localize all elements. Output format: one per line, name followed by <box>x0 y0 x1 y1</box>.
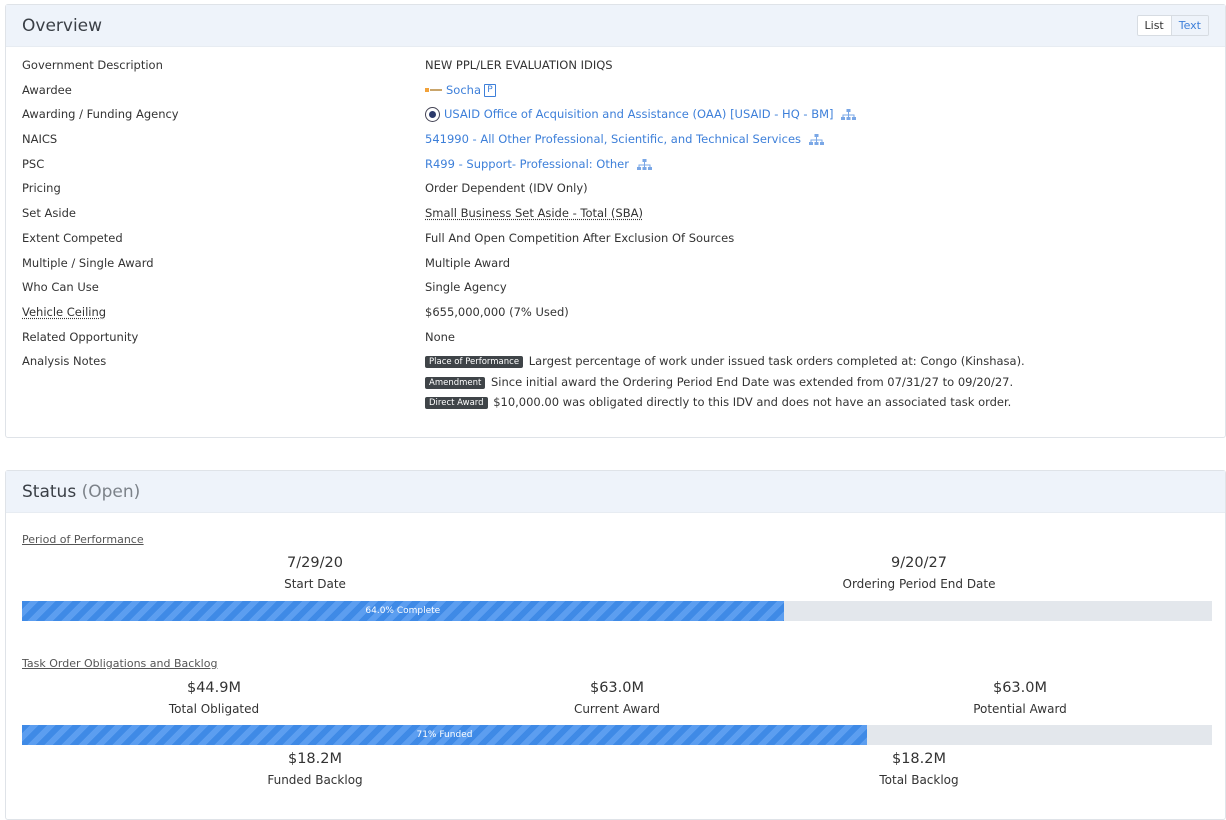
status-title: Status (Open) <box>22 482 140 502</box>
total-obligated-label: Total Obligated <box>168 702 260 716</box>
field-label: Analysis Notes <box>22 354 107 369</box>
agency-link[interactable]: USAID Office of Acquisition and Assistan… <box>444 107 834 121</box>
field-row: Government Description NEW PPL/LER EVALU… <box>6 58 1225 83</box>
overview-card: Overview List Text Government Descriptio… <box>5 4 1226 438</box>
funded-backlog-label: Funded Backlog <box>267 773 363 787</box>
overview-fields: Government Description NEW PPL/LER EVALU… <box>6 47 1225 420</box>
field-row: PSC R499 - Support- Professional: Other <box>6 157 1225 182</box>
overview-title: Overview <box>22 15 103 36</box>
field-label: Awardee <box>22 82 72 97</box>
field-label: Awarding / Funding Agency <box>22 107 179 122</box>
field-value: None <box>425 329 456 344</box>
naics-link[interactable]: 541990 - All Other Professional, Scienti… <box>425 132 801 146</box>
potential-award-stat: $63.0M Potential Award <box>973 680 1067 716</box>
field-label: Set Aside <box>22 206 76 221</box>
field-value: Multiple Award <box>425 255 511 270</box>
parent-badge-icon[interactable]: P <box>484 83 496 97</box>
total-backlog-stat: $18.2M Total Backlog <box>879 751 958 787</box>
field-label: Multiple / Single Award <box>22 255 154 270</box>
field-value: $655,000,000 (7% Used) <box>425 304 569 319</box>
end-date-label: Ordering Period End Date <box>842 577 996 591</box>
vehicle-ceiling-label[interactable]: Vehicle Ceiling <box>22 305 106 319</box>
note-badge: Place of Performance <box>425 356 524 369</box>
status-title-text: Status <box>22 481 77 502</box>
task-order-obligations-link[interactable]: Task Order Obligations and Backlog <box>22 657 217 670</box>
funded-backlog-stat: $18.2M Funded Backlog <box>267 751 362 787</box>
psc-value: R499 - Support- Professional: Other <box>425 157 652 171</box>
note-badge: Direct Award <box>425 396 488 409</box>
field-row: Set Aside Small Business Set Aside - Tot… <box>6 206 1225 231</box>
note-badge: Amendment <box>425 376 486 389</box>
field-label: Who Can Use <box>22 280 99 295</box>
funded-backlog-value: $18.2M <box>287 751 343 767</box>
field-row: Awarding / Funding Agency USAID Office o… <box>6 107 1225 132</box>
performance-progress-label: 64.0% Complete <box>365 606 441 616</box>
current-award-value: $63.0M <box>589 680 645 696</box>
potential-award-label: Potential Award <box>973 702 1067 716</box>
field-value: NEW PPL/LER EVALUATION IDIQS <box>425 58 613 72</box>
field-row: Who Can Use Single Agency <box>6 280 1225 305</box>
agency-value: USAID Office of Acquisition and Assistan… <box>425 107 857 123</box>
field-label: PSC <box>22 156 45 171</box>
awardee-link[interactable]: Socha <box>446 83 481 97</box>
end-date-stat: 9/20/27 Ordering Period End Date <box>842 555 995 591</box>
total-obligated-value: $44.9M <box>186 680 242 696</box>
set-aside-value[interactable]: Small Business Set Aside - Total (SBA) <box>425 206 643 220</box>
text-view-button[interactable]: Text <box>1171 16 1208 35</box>
socha-logo-icon <box>425 88 442 93</box>
psc-link[interactable]: R499 - Support- Professional: Other <box>425 157 629 171</box>
end-date-value: 9/20/27 <box>891 555 947 571</box>
potential-award-value: $63.0M <box>992 680 1048 696</box>
field-label: Related Opportunity <box>22 329 139 344</box>
status-header: Status (Open) <box>6 471 1225 513</box>
awardee-value: Socha P <box>425 83 496 97</box>
total-backlog-value: $18.2M <box>891 751 947 767</box>
field-row: Pricing Order Dependent (IDV Only) <box>6 181 1225 206</box>
field-row: Vehicle Ceiling $655,000,000 (7% Used) <box>6 305 1225 330</box>
note-item: Amendment Since initial award the Orderi… <box>425 375 1025 395</box>
field-row: NAICS 541990 - All Other Professional, S… <box>6 132 1225 157</box>
current-award-label: Current Award <box>573 702 661 716</box>
view-toggle: List Text <box>1136 15 1209 36</box>
start-date-label: Start Date <box>284 577 346 591</box>
usaid-seal-icon <box>425 107 440 123</box>
field-row: Analysis Notes Place of Performance Larg… <box>6 354 1225 420</box>
note-text: $10,000.00 was obligated directly to thi… <box>493 394 1012 409</box>
current-award-stat: $63.0M Current Award <box>574 680 660 716</box>
performance-progress-fill: 64.0% Complete <box>22 601 784 621</box>
note-item: Place of Performance Largest percentage … <box>425 354 1025 374</box>
status-state: (Open) <box>81 481 141 502</box>
hierarchy-icon[interactable] <box>636 158 652 170</box>
field-label: Extent Competed <box>22 230 123 245</box>
field-row: Awardee Socha P <box>6 83 1225 108</box>
field-row: Extent Competed Full And Open Competitio… <box>6 231 1225 256</box>
field-value: Single Agency <box>425 280 507 295</box>
note-text: Largest percentage of work under issued … <box>528 354 1025 369</box>
period-of-performance-link[interactable]: Period of Performance <box>22 533 144 546</box>
list-view-button[interactable]: List <box>1137 16 1172 35</box>
field-row: Multiple / Single Award Multiple Award <box>6 256 1225 281</box>
overview-header: Overview List Text <box>6 5 1225 47</box>
hierarchy-icon[interactable] <box>808 134 824 146</box>
total-obligated-stat: $44.9M Total Obligated <box>169 680 259 716</box>
funding-progress-label: 71% Funded <box>416 730 473 740</box>
naics-value: 541990 - All Other Professional, Scienti… <box>425 132 824 146</box>
field-label: Pricing <box>22 181 61 196</box>
performance-progress-bar: 64.0% Complete <box>22 601 1212 621</box>
field-label: NAICS <box>22 132 58 147</box>
note-item: Direct Award $10,000.00 was obligated di… <box>425 395 1025 415</box>
funding-progress-bar: 71% Funded <box>22 725 1212 745</box>
field-label: Government Description <box>22 58 163 72</box>
start-date-stat: 7/29/20 Start Date <box>284 555 346 591</box>
field-row: Related Opportunity None <box>6 330 1225 355</box>
field-value: Full And Open Competition After Exclusio… <box>425 230 735 245</box>
field-value: Order Dependent (IDV Only) <box>425 181 588 196</box>
total-backlog-label: Total Backlog <box>879 773 959 787</box>
funding-progress-fill: 71% Funded <box>22 725 867 745</box>
hierarchy-icon[interactable] <box>841 109 857 121</box>
start-date-value: 7/29/20 <box>287 555 343 571</box>
status-card: Status (Open) Period of Performance 7/29… <box>5 470 1226 820</box>
analysis-notes: Place of Performance Largest percentage … <box>425 354 1025 415</box>
note-text: Since initial award the Ordering Period … <box>491 374 1014 389</box>
